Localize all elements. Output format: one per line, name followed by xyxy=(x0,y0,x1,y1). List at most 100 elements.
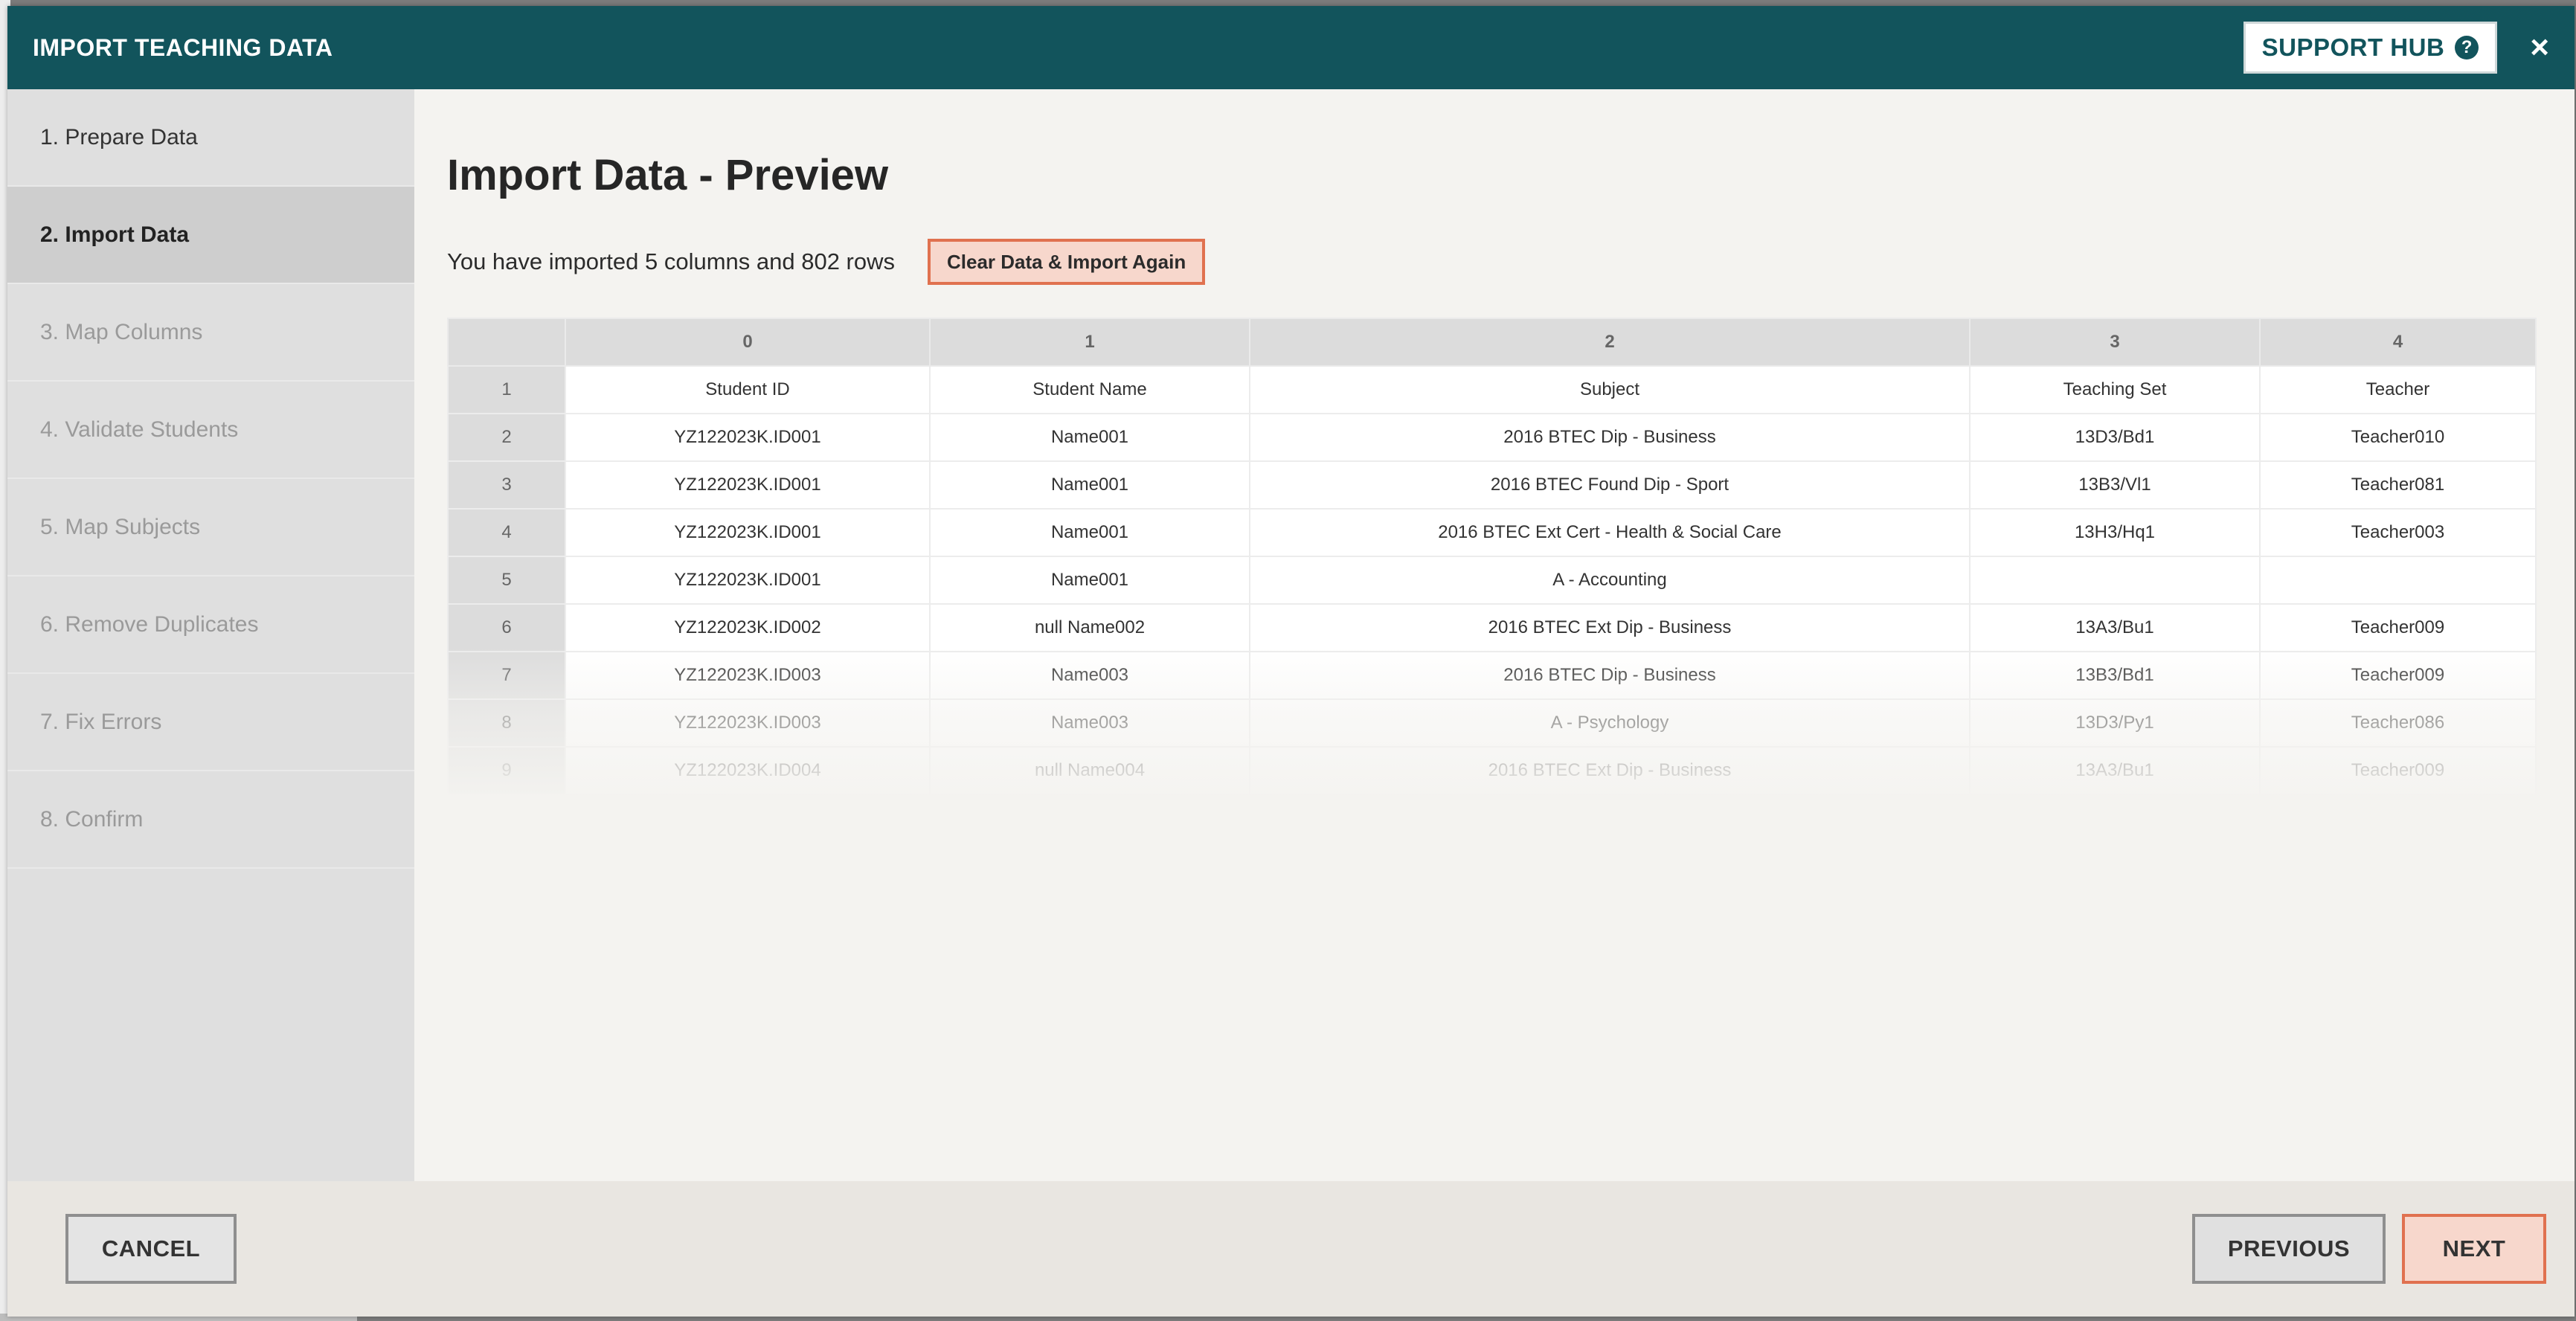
row-number-cell: 7 xyxy=(447,651,566,700)
table-cell: 13H3/Hq1 xyxy=(1969,508,2261,557)
table-cell: Subject xyxy=(1249,365,1970,414)
main-content: Import Data - Preview You have imported … xyxy=(414,89,2575,1181)
column-header: 4 xyxy=(2259,318,2537,367)
table-row: 7 YZ122023K.ID003 Name003 2016 BTEC Dip - B… xyxy=(447,651,2537,700)
table-cell: Teacher010 xyxy=(2259,413,2537,462)
close-icon[interactable]: × xyxy=(2530,31,2549,64)
support-hub-button[interactable]: SUPPORT HUB ? xyxy=(2243,22,2498,74)
preview-table-container: 0 1 2 3 4 1 Student ID Student Name Subject… xyxy=(447,318,2540,795)
support-hub-label: SUPPORT HUB xyxy=(2261,33,2445,61)
table-cell: Name001 xyxy=(929,508,1250,557)
table-row: 6 YZ122023K.ID002 null Name002 2016 BTEC Ex… xyxy=(447,603,2537,652)
table-cell: A - Psychology xyxy=(1249,698,1970,748)
sidebar-step-map-subjects: 5. Map Subjects xyxy=(7,479,414,576)
row-number-cell: 3 xyxy=(447,460,566,510)
table-row: 1 Student ID Student Name Subject Teaching S… xyxy=(447,365,2537,414)
step-label: 2. Import Data xyxy=(40,222,190,247)
table-cell: Teacher081 xyxy=(2259,460,2537,510)
sidebar-step-remove-duplicates: 6. Remove Duplicates xyxy=(7,576,414,674)
table-cell: 13B3/Vl1 xyxy=(1969,460,2261,510)
table-cell: 13A3/Bu1 xyxy=(1969,603,2261,652)
table-cell: YZ122023K.ID002 xyxy=(565,603,931,652)
sidebar-step-fix-errors: 7. Fix Errors xyxy=(7,674,414,771)
table-header-row: 0 1 2 3 4 xyxy=(447,318,2537,367)
table-cell: Teacher009 xyxy=(2259,746,2537,795)
table-cell: 2016 BTEC Found Dip - Sport xyxy=(1249,460,1970,510)
table-cell: 2016 BTEC Ext Dip - Business xyxy=(1249,746,1970,795)
row-number-cell: 4 xyxy=(447,508,566,557)
import-summary-text: You have imported 5 columns and 802 rows xyxy=(447,248,896,274)
table-cell xyxy=(2259,556,2537,605)
next-button[interactable]: NEXT xyxy=(2402,1214,2546,1284)
table-row: 9 YZ122023K.ID004 null Name004 2016 BTEC Ex… xyxy=(447,746,2537,795)
step-label: 4. Validate Students xyxy=(40,417,239,442)
modal-body: 1. Prepare Data 2. Import Data 3. Map Co… xyxy=(7,89,2575,1181)
step-label: 6. Remove Duplicates xyxy=(40,611,259,637)
table-cell: A - Accounting xyxy=(1249,556,1970,605)
table-cell: Student Name xyxy=(929,365,1250,414)
table-cell: Teacher009 xyxy=(2259,603,2537,652)
column-header: 3 xyxy=(1969,318,2261,367)
column-header: 2 xyxy=(1249,318,1970,367)
table-cell: Teacher009 xyxy=(2259,651,2537,700)
table-cell: YZ122023K.ID001 xyxy=(565,508,931,557)
table-cell: Teacher xyxy=(2259,365,2537,414)
sidebar-step-map-columns: 3. Map Columns xyxy=(7,284,414,382)
table-cell: 13B3/Bd1 xyxy=(1969,651,2261,700)
table-cell: 2016 BTEC Dip - Business xyxy=(1249,651,1970,700)
modal-header: IMPORT TEACHING DATA SUPPORT HUB ? × xyxy=(7,6,2575,89)
modal-title: IMPORT TEACHING DATA xyxy=(33,33,333,61)
previous-button[interactable]: PREVIOUS xyxy=(2192,1214,2386,1284)
table-cell xyxy=(1969,556,2261,605)
step-label: 7. Fix Errors xyxy=(40,709,162,734)
table-cell: YZ122023K.ID001 xyxy=(565,460,931,510)
import-modal: IMPORT TEACHING DATA SUPPORT HUB ? × 1. … xyxy=(7,6,2575,1317)
row-number-cell: 6 xyxy=(447,603,566,652)
table-row: 8 YZ122023K.ID003 Name003 A - Psychology 13D… xyxy=(447,698,2537,748)
row-number-cell: 5 xyxy=(447,556,566,605)
table-cell: YZ122023K.ID001 xyxy=(565,556,931,605)
table-cell: Name003 xyxy=(929,698,1250,748)
table-cell: null Name004 xyxy=(929,746,1250,795)
cancel-button[interactable]: CANCEL xyxy=(65,1214,237,1284)
row-number-cell: 2 xyxy=(447,413,566,462)
table-cell: Name001 xyxy=(929,556,1250,605)
preview-table: 0 1 2 3 4 1 Student ID Student Name Subject… xyxy=(447,318,2537,795)
column-header: 0 xyxy=(565,318,931,367)
sidebar-step-validate-students: 4. Validate Students xyxy=(7,382,414,479)
table-cell: Name001 xyxy=(929,460,1250,510)
row-number-cell: 1 xyxy=(447,365,566,414)
row-number-cell: 9 xyxy=(447,746,566,795)
table-cell: Teacher086 xyxy=(2259,698,2537,748)
table-cell: 13D3/Bd1 xyxy=(1969,413,2261,462)
table-row: 3 YZ122023K.ID001 Name001 2016 BTEC Found D… xyxy=(447,460,2537,510)
table-cell: 13D3/Py1 xyxy=(1969,698,2261,748)
footer-nav: PREVIOUS NEXT xyxy=(2192,1214,2546,1284)
table-row: 2 YZ122023K.ID001 Name001 2016 BTEC Dip - B… xyxy=(447,413,2537,462)
sidebar-step-import-data[interactable]: 2. Import Data xyxy=(7,187,414,284)
table-cell: Teaching Set xyxy=(1969,365,2261,414)
clear-and-reimport-button[interactable]: Clear Data & Import Again xyxy=(928,239,1206,285)
column-header: 1 xyxy=(929,318,1250,367)
table-cell: YZ122023K.ID001 xyxy=(565,413,931,462)
sidebar-step-prepare-data[interactable]: 1. Prepare Data xyxy=(7,89,414,187)
import-summary-row: You have imported 5 columns and 802 rows… xyxy=(447,239,2540,285)
help-circle-icon: ? xyxy=(2455,36,2479,60)
step-label: 8. Confirm xyxy=(40,806,144,832)
table-row: 5 YZ122023K.ID001 Name001 A - Accounting xyxy=(447,556,2537,605)
step-label: 1. Prepare Data xyxy=(40,124,198,150)
table-cell: 2016 BTEC Ext Cert - Health & Social Car… xyxy=(1249,508,1970,557)
modal-footer: CANCEL PREVIOUS NEXT xyxy=(7,1181,2575,1317)
table-cell: 2016 BTEC Dip - Business xyxy=(1249,413,1970,462)
table-cell: YZ122023K.ID003 xyxy=(565,651,931,700)
steps-sidebar: 1. Prepare Data 2. Import Data 3. Map Co… xyxy=(7,89,414,1181)
table-cell: Teacher003 xyxy=(2259,508,2537,557)
row-number-cell: 8 xyxy=(447,698,566,748)
table-cell: null Name002 xyxy=(929,603,1250,652)
table-cell: 13A3/Bu1 xyxy=(1969,746,2261,795)
table-cell: Student ID xyxy=(565,365,931,414)
table-row: 4 YZ122023K.ID001 Name001 2016 BTEC Ext Cer… xyxy=(447,508,2537,557)
page-title: Import Data - Preview xyxy=(447,151,889,199)
table-cell: 2016 BTEC Ext Dip - Business xyxy=(1249,603,1970,652)
table-cell: YZ122023K.ID003 xyxy=(565,698,931,748)
